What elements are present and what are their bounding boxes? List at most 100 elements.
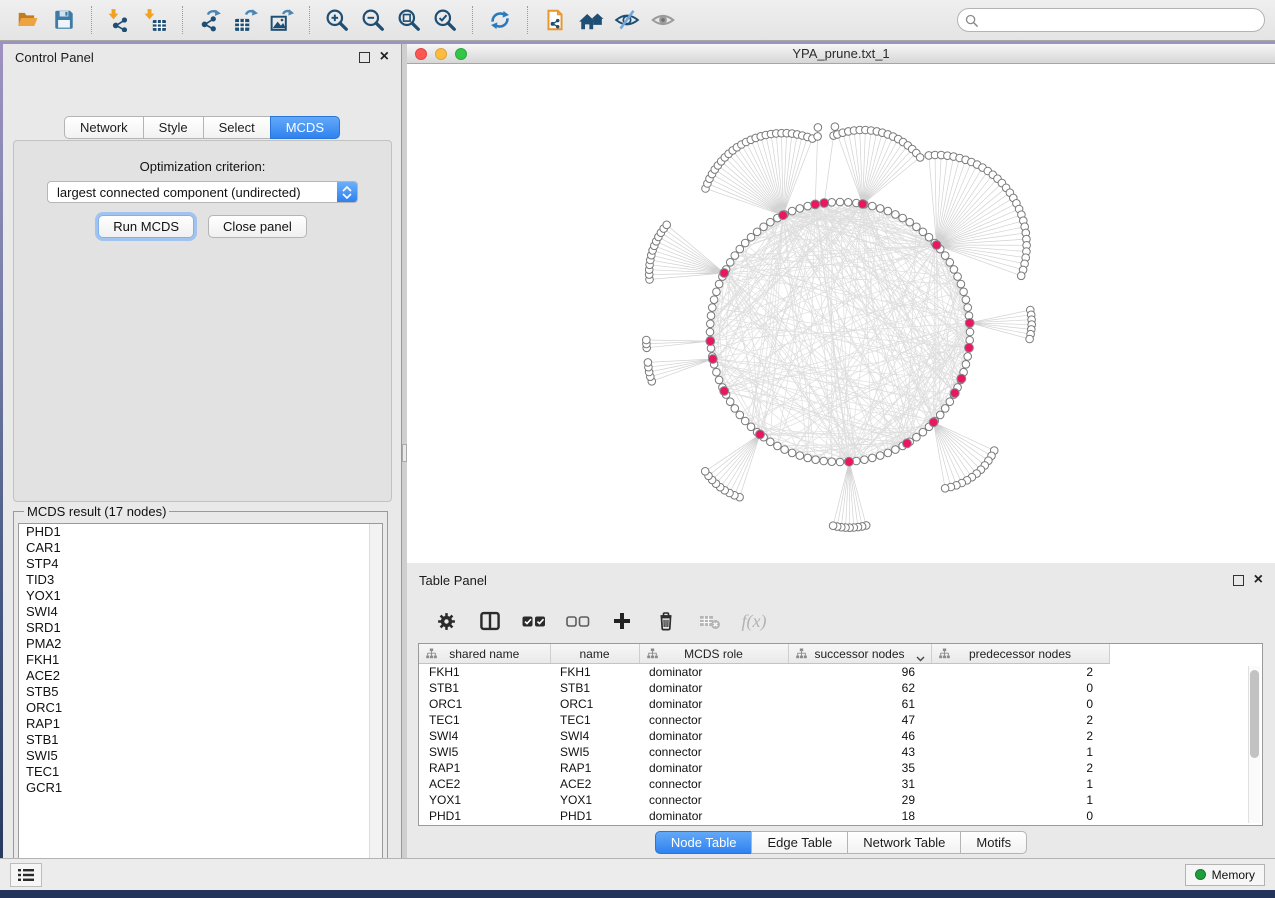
- refresh-layout-button[interactable]: [482, 4, 518, 36]
- delete-table-disabled-icon: [699, 612, 721, 630]
- refresh-layout-icon: [488, 8, 512, 32]
- close-table-panel-icon[interactable]: ×: [1254, 575, 1263, 585]
- hide-eye-slash-button[interactable]: [609, 4, 645, 36]
- table-tabs: Node TableEdge TableNetwork TableMotifs: [407, 831, 1275, 854]
- tab-mcds[interactable]: MCDS: [270, 116, 340, 139]
- mcds-result-item[interactable]: STP4: [19, 556, 382, 572]
- table-row[interactable]: ACE2ACE2connector311: [419, 776, 1109, 792]
- network-graph[interactable]: [407, 64, 1275, 563]
- table-panel-title: Table Panel: [419, 573, 487, 588]
- zoom-fit-icon: [397, 8, 421, 32]
- export-document-share-button[interactable]: [537, 4, 573, 36]
- network-canvas[interactable]: [407, 64, 1275, 564]
- table-row[interactable]: SWI4SWI4dominator462: [419, 728, 1109, 744]
- zoom-in-icon: [325, 8, 349, 32]
- table-tab-network-table[interactable]: Network Table: [847, 831, 961, 854]
- export-network-button[interactable]: [192, 4, 228, 36]
- memory-button[interactable]: Memory: [1185, 864, 1265, 886]
- table-scrollbar-thumb[interactable]: [1250, 670, 1259, 758]
- table-row[interactable]: TEC1TEC1connector472: [419, 712, 1109, 728]
- mcds-result-title: MCDS result (17 nodes): [24, 504, 169, 519]
- mcds-result-item[interactable]: PHD1: [19, 524, 382, 540]
- save-session-button[interactable]: [46, 4, 82, 36]
- mcds-result-item[interactable]: YOX1: [19, 588, 382, 604]
- import-network-button[interactable]: [101, 4, 137, 36]
- sitemap-icon: [426, 648, 437, 662]
- zoom-out-button[interactable]: [355, 4, 391, 36]
- control-panel-header: Control Panel ×: [3, 44, 401, 70]
- zoom-selected-button[interactable]: [427, 4, 463, 36]
- network-overview-homes-button[interactable]: [573, 4, 609, 36]
- table-tab-edge-table[interactable]: Edge Table: [751, 831, 848, 854]
- search-input[interactable]: [983, 12, 1257, 28]
- float-panel-icon[interactable]: [359, 52, 370, 63]
- mcds-result-item[interactable]: TEC1: [19, 764, 382, 780]
- gear-button[interactable]: [435, 610, 457, 632]
- deselect-all-checkboxes-button[interactable]: [567, 610, 589, 632]
- mcds-result-item[interactable]: ACE2: [19, 668, 382, 684]
- table-row[interactable]: PHD1PHD1dominator180: [419, 808, 1109, 824]
- column-header-shared-name[interactable]: shared name: [419, 644, 550, 664]
- export-image-button[interactable]: [264, 4, 300, 36]
- column-header-MCDS-role[interactable]: MCDS role: [639, 644, 788, 664]
- mcds-result-item[interactable]: CAR1: [19, 540, 382, 556]
- zoom-selected-icon: [433, 8, 457, 32]
- run-mcds-button[interactable]: Run MCDS: [98, 215, 194, 238]
- add-button[interactable]: [611, 610, 633, 632]
- table-row[interactable]: FKH1FKH1dominator962: [419, 664, 1109, 681]
- table-row[interactable]: STB1STB1dominator620: [419, 680, 1109, 696]
- delete-button[interactable]: [655, 610, 677, 632]
- criterion-select[interactable]: largest connected component (undirected): [47, 181, 358, 203]
- export-table-button[interactable]: [228, 4, 264, 36]
- close-panel-button[interactable]: Close panel: [208, 215, 307, 238]
- mcds-result-item[interactable]: SWI5: [19, 748, 382, 764]
- select-all-checkboxes-button[interactable]: [523, 610, 545, 632]
- mcds-result-item[interactable]: TID3: [19, 572, 382, 588]
- delete-icon: [656, 610, 676, 632]
- mcds-result-item[interactable]: GCR1: [19, 780, 382, 796]
- select-all-checkboxes-icon: [522, 613, 546, 629]
- table-scrollbar[interactable]: [1248, 666, 1260, 823]
- mcds-result-item[interactable]: RAP1: [19, 716, 382, 732]
- zoom-in-button[interactable]: [319, 4, 355, 36]
- function-builder-disabled-icon: f(x): [742, 611, 767, 632]
- column-header-name[interactable]: name: [550, 644, 639, 664]
- result-list-scrollbar[interactable]: [369, 524, 382, 876]
- column-header-predecessor-nodes[interactable]: predecessor nodes: [931, 644, 1109, 664]
- table-tab-node-table[interactable]: Node Table: [655, 831, 753, 854]
- control-panel: Control Panel × NetworkStyleSelectMCDS O…: [3, 44, 402, 858]
- mcds-result-item[interactable]: STB1: [19, 732, 382, 748]
- mcds-result-item[interactable]: PMA2: [19, 636, 382, 652]
- gear-icon: [436, 611, 457, 632]
- open-file-button[interactable]: [10, 4, 46, 36]
- tab-network[interactable]: Network: [64, 116, 144, 139]
- mcds-result-item[interactable]: STB5: [19, 684, 382, 700]
- table-row[interactable]: YOX1YOX1connector291: [419, 792, 1109, 808]
- import-table-button[interactable]: [137, 4, 173, 36]
- search-box[interactable]: [957, 8, 1265, 32]
- eye-disabled-icon: [650, 8, 676, 32]
- float-table-panel-icon[interactable]: [1233, 575, 1244, 586]
- mcds-result-item[interactable]: SWI4: [19, 604, 382, 620]
- table-row[interactable]: RAP1RAP1dominator352: [419, 760, 1109, 776]
- tab-select[interactable]: Select: [203, 116, 271, 139]
- zoom-fit-button[interactable]: [391, 4, 427, 36]
- close-panel-icon[interactable]: ×: [380, 52, 389, 62]
- column-header-successor-nodes[interactable]: successor nodes: [788, 644, 931, 664]
- task-history-button[interactable]: [10, 863, 42, 887]
- columns-button[interactable]: [479, 610, 501, 632]
- mcds-result-item[interactable]: ORC1: [19, 700, 382, 716]
- hide-eye-slash-icon: [614, 8, 640, 32]
- table-row[interactable]: SWI5SWI5connector431: [419, 744, 1109, 760]
- mcds-result-item[interactable]: FKH1: [19, 652, 382, 668]
- table-tab-motifs[interactable]: Motifs: [960, 831, 1027, 854]
- open-file-icon: [16, 8, 40, 32]
- network-window-title: YPA_prune.txt_1: [407, 46, 1275, 61]
- table-panel-header: Table Panel ×: [407, 563, 1275, 593]
- tab-style[interactable]: Style: [143, 116, 204, 139]
- toolbar-separator: [527, 6, 528, 34]
- table-row[interactable]: ORC1ORC1dominator610: [419, 696, 1109, 712]
- mcds-result-list[interactable]: PHD1CAR1STP4TID3YOX1SWI4SRD1PMA2FKH1ACE2…: [18, 523, 383, 877]
- network-overview-homes-icon: [578, 8, 604, 32]
- mcds-result-item[interactable]: SRD1: [19, 620, 382, 636]
